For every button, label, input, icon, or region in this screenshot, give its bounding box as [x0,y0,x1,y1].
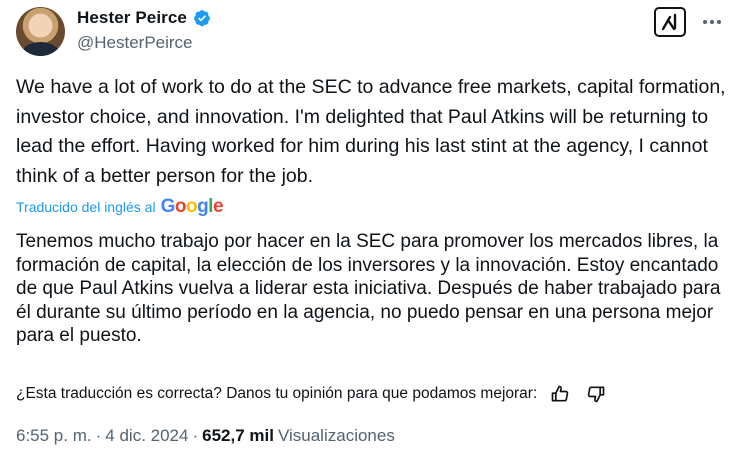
tweet-time[interactable]: 6:55 p. m. [16,426,92,446]
verified-badge-icon [193,9,211,27]
more-options-icon[interactable] [700,12,724,32]
translation-text: Tenemos mucho trabajo por hacer en la SE… [16,231,721,346]
translation-attribution[interactable]: Traducido del inglés al Google [16,196,224,218]
feedback-question: ¿Esta traducción es correcta? Danos tu o… [16,385,538,402]
translation-feedback: ¿Esta traducción es correcta? Danos tu o… [16,383,716,405]
author-handle[interactable]: @HesterPeirce [77,33,193,53]
views-label: Visualizaciones [277,426,395,445]
meta-separator: · [192,426,199,445]
views-count: 652,7 mil [202,426,274,445]
author-name-row[interactable]: Hester Peirce [77,8,211,28]
avatar-shoulders [22,42,59,56]
author-name[interactable]: Hester Peirce [77,8,187,28]
translated-label[interactable]: Traducido del inglés al [16,199,156,215]
grok-icon[interactable] [654,7,686,37]
avatar[interactable] [16,7,65,56]
thumb-up-icon[interactable] [549,383,571,405]
google-logo: Google [160,196,224,217]
meta-separator: · [95,426,102,445]
thumb-down-icon[interactable] [585,383,607,405]
tweet-date[interactable]: 4 dic. 2024 [105,426,188,446]
tweet-text: We have a lot of work to do at the SEC t… [16,76,726,187]
tweet-meta: 6:55 p. m. · 4 dic. 2024 · 652,7 mil Vis… [16,426,395,446]
